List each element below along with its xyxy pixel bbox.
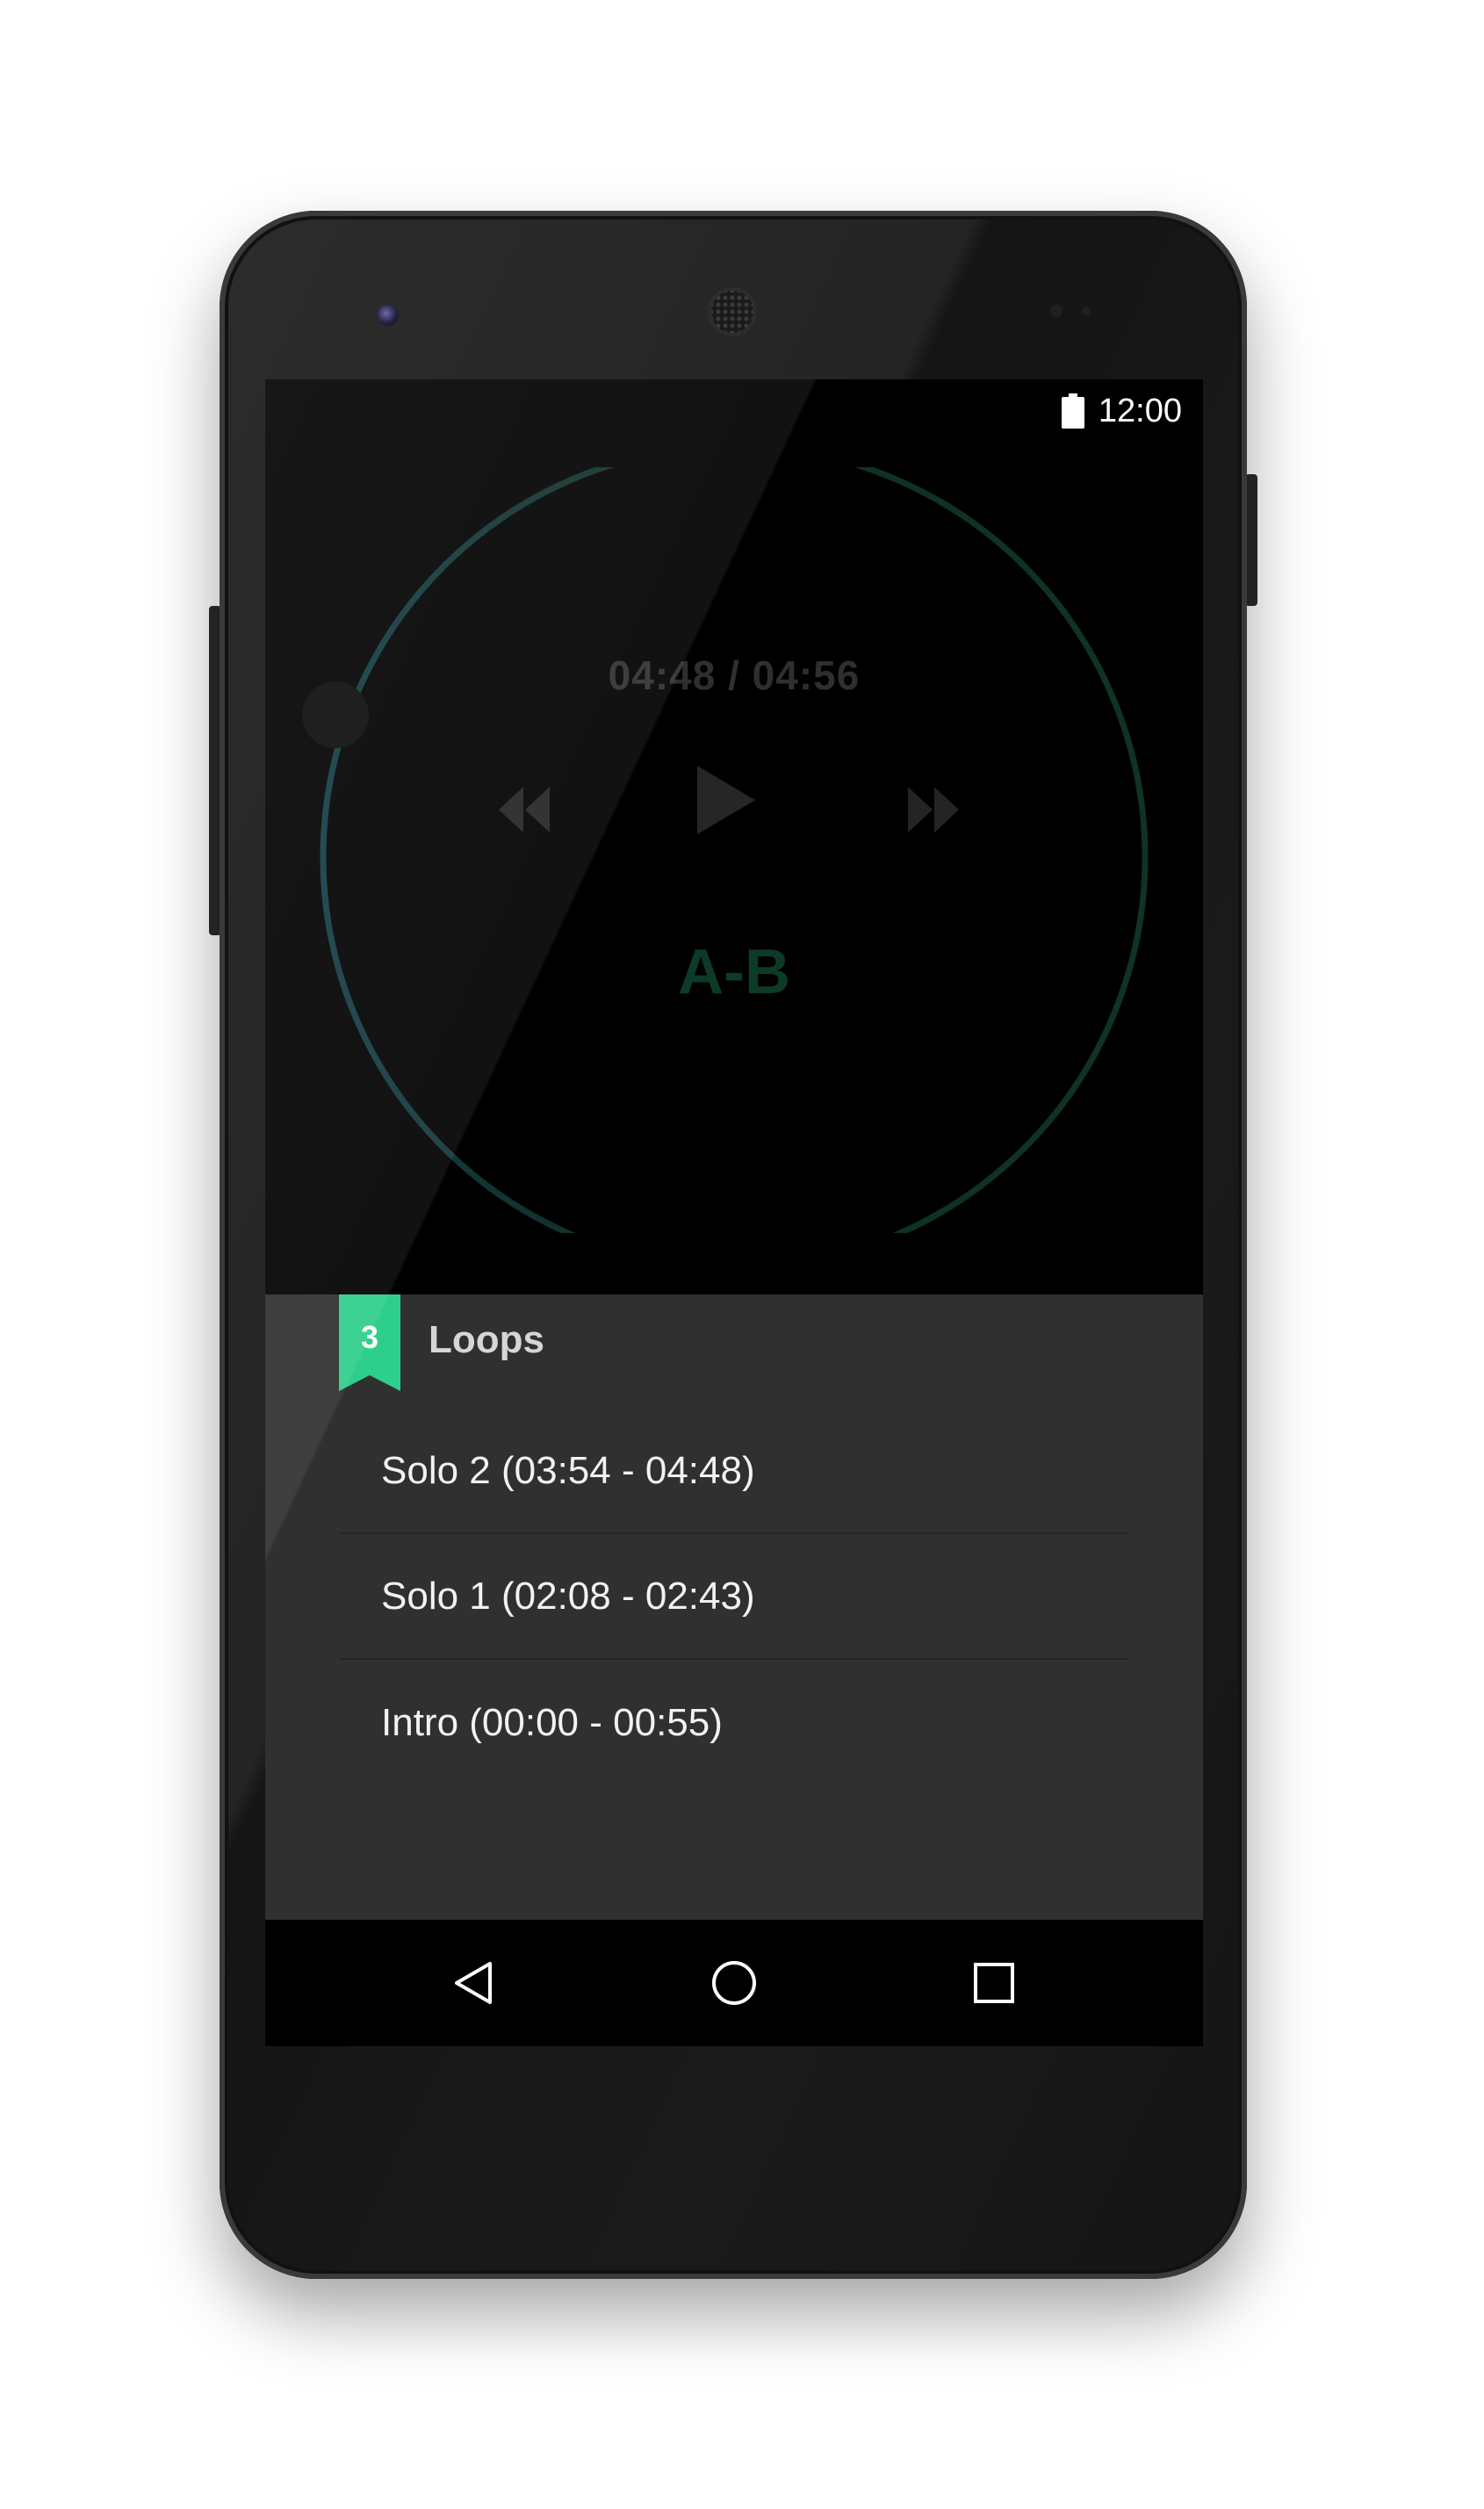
ab-repeat-button[interactable]: A-B (265, 936, 1203, 1008)
rewind-icon (499, 787, 550, 833)
rewind-button[interactable] (495, 785, 551, 839)
play-icon (697, 766, 755, 834)
recents-icon (974, 1963, 1014, 2003)
back-button[interactable] (450, 1958, 499, 2012)
earpiece-speaker-icon (708, 287, 757, 336)
home-icon (712, 1961, 756, 2005)
front-camera-icon (378, 305, 399, 326)
time-display: 04:48 / 04:56 (608, 652, 861, 698)
progress-ring[interactable] (318, 460, 1150, 1233)
home-button[interactable] (710, 1958, 759, 2012)
player: 04:48 / 04:56 A-B (265, 443, 1203, 1294)
device-mockup: 12:00 04:48 / 04:56 A-B 3 Loops Solo 2 (… (0, 0, 1484, 2509)
loops-header: 3 Loops (339, 1294, 544, 1391)
fast-forward-button[interactable] (906, 785, 962, 839)
loop-list: Solo 2 (03:54 - 04:48) Solo 1 (02:08 - 0… (339, 1409, 1129, 1785)
light-sensor-icon (1082, 306, 1091, 315)
list-item[interactable]: Intro (00:00 - 00:55) (339, 1660, 1129, 1785)
progress-ring-track (320, 460, 1149, 1233)
proximity-sensor-icon (1050, 305, 1063, 317)
status-bar: 12:00 (265, 379, 1203, 443)
back-icon (455, 1962, 492, 2004)
recents-button[interactable] (969, 1958, 1019, 2012)
fast-forward-icon (908, 787, 959, 833)
navigation-bar (265, 1920, 1203, 2046)
list-item[interactable]: Solo 2 (03:54 - 04:48) (339, 1409, 1129, 1534)
play-button[interactable] (694, 764, 757, 840)
status-clock: 12:00 (1098, 392, 1182, 429)
loops-title: Loops (429, 1318, 544, 1361)
loops-count-badge: 3 (339, 1294, 400, 1391)
loops-count: 3 (360, 1319, 379, 1355)
loops-panel: 3 Loops Solo 2 (03:54 - 04:48) Solo 1 (0… (265, 1294, 1203, 1920)
battery-full-icon (1061, 393, 1084, 429)
power-button (1245, 474, 1257, 606)
progress-ring-gap (318, 460, 1150, 467)
list-item[interactable]: Solo 1 (02:08 - 02:43) (339, 1534, 1129, 1660)
screen: 12:00 04:48 / 04:56 A-B 3 Loops Solo 2 (… (265, 379, 1203, 2046)
